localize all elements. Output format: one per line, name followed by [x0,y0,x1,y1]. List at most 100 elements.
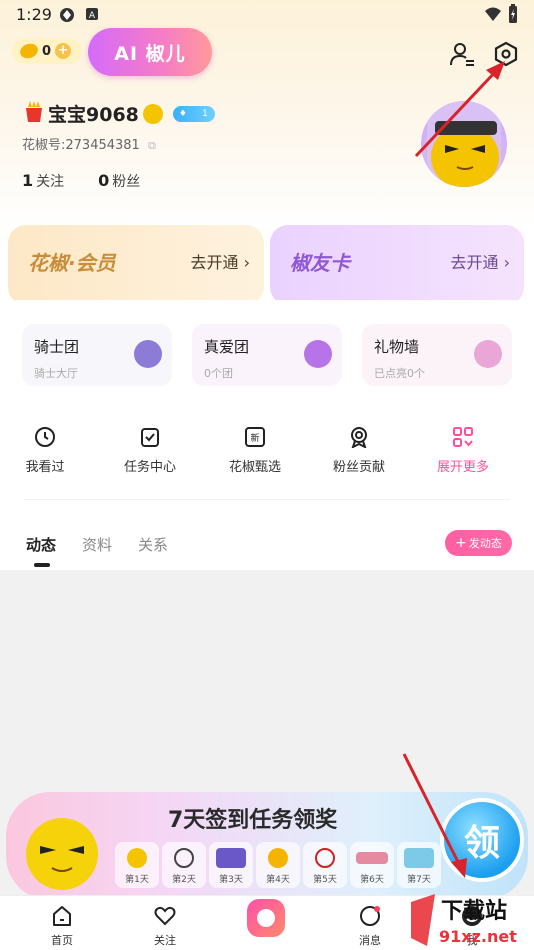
ai-assistant-button[interactable]: AI 椒儿 [88,28,212,76]
jiaoyou-card[interactable]: 椒友卡 去开通 › [270,225,524,305]
username: 宝宝9068 [48,104,139,126]
knight-shield-icon [134,340,162,368]
following-label: 关注 [36,174,65,190]
fans-stat[interactable]: 0 粉丝 [98,171,140,191]
message-icon [358,904,382,928]
day-3: 第3天 [209,842,253,888]
love-wings-icon [304,340,332,368]
nav-label: 关注 [154,934,176,947]
profile-tabs: 动态 资料 关系 [26,534,168,567]
tab-info[interactable]: 资料 [82,534,112,555]
moon-badge-icon [142,103,163,124]
medal-icon [348,426,370,448]
day-6: 第6天 [350,842,394,888]
live-camera-icon [257,909,275,927]
huajiao-id-row[interactable]: 花椒号:273454381 ⧉ [22,134,156,153]
checkin-banner[interactable]: 7天签到任务领奖 第1天 第2天 第3天 第4天 第5天 第6天 第7天 领 [0,792,534,902]
grid-item-selection[interactable]: 新 花椒甄选 [210,426,300,475]
level-badge: ♦ 1 [172,105,215,122]
android-notification-icon: A [84,6,100,26]
following-stat[interactable]: 1 关注 [22,171,64,191]
add-coin-icon[interactable]: + [55,43,72,59]
grid-item-label: 花椒甄选 [228,460,281,475]
grid-item-fan-contribution[interactable]: 粉丝贡献 [314,426,404,475]
claim-reward-button[interactable]: 领 [440,798,524,882]
post-feed-button[interactable]: + 发动态 [445,530,512,556]
card-subtitle: 骑士大厅 [34,367,78,380]
gift-wall-card[interactable]: 礼物墙 已点亮0个 [362,324,512,386]
nav-messages[interactable]: 消息 [340,904,400,948]
day-7: 第7天 [397,842,441,888]
coin-icon [18,41,40,61]
vip-member-card[interactable]: 花椒·会员 去开通 › [8,225,264,305]
tab-feed[interactable]: 动态 [26,534,57,567]
svg-text:A: A [89,11,96,21]
huajiao-id: 花椒号:273454381 [22,138,140,153]
vip-member-title: 花椒·会员 [28,251,116,275]
home-icon [50,904,74,928]
fans-label: 粉丝 [112,174,141,190]
watermark-site: 下载站 [441,898,507,924]
profile-panel: 骑士团 骑士大厅 真爱团 0个团 礼物墙 已点亮0个 我看过 任务中心 新 花椒… [0,300,534,570]
battery-icon [508,4,518,28]
day-label: 第4天 [266,875,290,885]
mascot-illustration [26,818,98,890]
grid-item-tasks[interactable]: 任务中心 [105,426,195,475]
svg-text:新: 新 [250,432,259,444]
username-row: 宝宝9068 ♦ 1 [24,100,215,127]
day-label: 第6天 [360,875,384,885]
grid-item-expand-more[interactable]: 展开更多 [418,426,508,475]
status-bar: 1:29 A [0,0,534,28]
fans-count: 0 [98,171,110,190]
grid-item-label: 任务中心 [123,460,176,475]
card-subtitle: 已点亮0个 [374,367,425,380]
tab-relations[interactable]: 关系 [138,534,168,555]
reward-icon [404,848,434,868]
tab-indicator [34,563,50,567]
wifi-icon [484,6,502,26]
avatar[interactable] [421,101,507,187]
day-label: 第5天 [313,875,337,885]
section-divider [24,499,510,500]
day-1: 第1天 [115,842,159,888]
nav-label: 消息 [359,934,381,947]
jiaoyou-card-title: 椒友卡 [290,251,350,275]
settings-gear-icon[interactable] [492,40,520,68]
watermark-url: 91xz.net [439,927,517,946]
nav-label: 首页 [51,934,73,947]
coin-count: 0 [42,43,52,59]
copy-icon[interactable]: ⧉ [148,139,156,152]
grid-item-label: 我看过 [25,460,65,475]
status-time: 1:29 [16,5,52,24]
diamond-icon: ♦ [178,108,187,119]
app-root: 1:29 A 0 + AI 椒儿 宝宝9068 ♦ 1 花椒号:27345438… [0,0,534,950]
day-label: 第7天 [407,875,431,885]
chevron-right-icon: › [503,253,510,272]
feature-grid: 我看过 任务中心 新 花椒甄选 粉丝贡献 展开更多 [0,426,534,476]
account-switch-icon[interactable] [448,40,476,68]
nav-home[interactable]: 首页 [32,904,92,948]
fries-badge-icon [24,100,44,127]
vip-member-open-link[interactable]: 去开通 › [190,249,250,273]
grid-expand-icon [452,426,474,448]
true-love-group-card[interactable]: 真爱团 0个团 [192,324,342,386]
reward-icon [268,848,288,868]
jiaoyou-card-open-link[interactable]: 去开通 › [450,249,510,273]
jiaoyou-card-open-label: 去开通 [450,253,499,272]
tab-label: 动态 [26,536,57,554]
day-label: 第1天 [125,875,149,885]
new-badge-icon: 新 [244,426,266,448]
chevron-right-icon: › [243,253,250,272]
knight-group-card[interactable]: 骑士团 骑士大厅 [22,324,172,386]
reward-icon [216,848,246,868]
live-center-button[interactable] [247,899,285,937]
site-watermark: 下载站 91xz.net [405,888,533,950]
grid-item-history[interactable]: 我看过 [0,426,90,475]
day-5: 第5天 [303,842,347,888]
card-subtitle: 0个团 [204,367,233,380]
coin-balance-pill[interactable]: 0 + [12,38,82,64]
clock-icon [34,426,56,448]
nav-following[interactable]: 关注 [135,904,195,948]
follow-stats: 1 关注 0 粉丝 [22,171,140,191]
reward-icon [174,848,194,868]
